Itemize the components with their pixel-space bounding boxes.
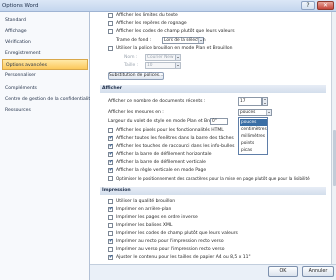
chevron-down-icon	[266, 110, 271, 115]
recent-docs-input[interactable]: 17	[238, 97, 262, 106]
sidebar-item-enregistrement[interactable]: Enregistrement	[2, 48, 88, 59]
units-select[interactable]: pouces	[238, 109, 272, 116]
draft-font-name-select[interactable]: Courier New	[145, 54, 181, 61]
print-background-checkbox[interactable]	[108, 206, 113, 212]
show-crop-marks-label: Afficher les repères de rognage	[116, 21, 187, 26]
print-field-codes-label: Imprimer les codes de champ plutôt que l…	[116, 231, 238, 236]
field-shading-label: Trame de fond :	[116, 38, 152, 43]
units-dropdown-list[interactable]: pouces centimètres millimètres points pi…	[238, 117, 268, 155]
draft-quality-label: Utiliser la qualité brouillon	[116, 199, 176, 204]
optimize-char-positioning-label: Optimiser le positionnement des caractèr…	[116, 176, 310, 181]
sidebar-item-affichage[interactable]: Affichage	[2, 26, 88, 37]
show-crop-marks-checkbox[interactable]	[108, 21, 113, 26]
print-xml-tags-label: Imprimer les balises XML	[116, 223, 173, 228]
display-section-header: Afficher	[100, 85, 326, 93]
show-pixels-html-checkbox[interactable]	[108, 128, 113, 133]
close-button[interactable]	[317, 1, 334, 10]
recent-docs-spinner[interactable]	[262, 97, 268, 106]
print-front-duplex-checkbox[interactable]	[108, 238, 113, 244]
show-vertical-scrollbar-checkbox[interactable]	[108, 159, 113, 165]
chevron-down-icon	[175, 63, 180, 68]
optimize-char-positioning-checkbox[interactable]	[108, 176, 113, 181]
sidebar-item-standard[interactable]: Standard	[2, 15, 88, 26]
reverse-order-label: Imprimer les pages en ordre inverse	[116, 215, 198, 220]
reverse-order-checkbox[interactable]	[108, 215, 113, 220]
units-select-value: pouces	[240, 110, 256, 115]
units-label: Afficher les mesures en :	[108, 110, 164, 115]
print-back-duplex-checkbox[interactable]	[108, 247, 113, 252]
show-field-codes-checkbox[interactable]	[108, 29, 113, 34]
print-section-header: Impression	[100, 187, 326, 195]
dialog-footer	[90, 264, 336, 280]
sidebar-item-complements[interactable]: Compléments	[2, 83, 88, 94]
units-option-centimetres[interactable]: centimètres	[240, 126, 267, 133]
show-windows-taskbar-checkbox[interactable]	[108, 135, 113, 141]
draft-font-label: Utiliser la police brouillon en mode Pla…	[116, 46, 233, 51]
print-field-codes-checkbox[interactable]	[108, 231, 113, 236]
window-title: Options Word	[2, 3, 39, 9]
draft-font-name-label: Nom :	[124, 55, 138, 60]
draft-font-size-label: Taille :	[124, 63, 139, 68]
print-front-duplex-label: Imprimer au recto pour l'impression rect…	[116, 239, 224, 244]
show-shortcut-keys-label: Afficher les touches de raccourci dans l…	[116, 144, 235, 149]
title-bar: Options Word	[0, 0, 336, 12]
sidebar-item-personnaliser[interactable]: Personnaliser	[2, 70, 88, 81]
sidebar-item-options-avancees[interactable]: Options avancées	[2, 59, 88, 70]
draft-font-size-value: 10	[147, 63, 153, 68]
show-vertical-ruler-checkbox[interactable]	[108, 167, 113, 173]
draft-font-checkbox[interactable]	[108, 46, 113, 51]
scale-paper-size-checkbox[interactable]	[108, 254, 113, 260]
show-text-boundaries-label: Afficher les limites du texte	[116, 13, 178, 18]
units-option-picas[interactable]: picas	[240, 147, 267, 154]
units-option-points[interactable]: points	[240, 140, 267, 147]
style-pane-width-label: Largeur du volet de style en mode Plan e…	[108, 119, 227, 124]
print-xml-tags-checkbox[interactable]	[108, 223, 113, 228]
show-shortcut-keys-checkbox[interactable]	[108, 143, 113, 149]
show-vertical-scrollbar-label: Afficher la barre de défilement vertical…	[116, 160, 206, 165]
print-background-label: Imprimer en arrière-plan	[116, 207, 172, 212]
show-windows-taskbar-label: Afficher toutes les fenêtres dans la bar…	[116, 136, 234, 141]
draft-font-name-value: Courier New	[147, 55, 174, 60]
field-shading-select[interactable]: Lors de la sélection	[162, 37, 206, 44]
recent-docs-label: Afficher ce nombre de documents récents …	[108, 99, 206, 104]
draft-quality-checkbox[interactable]	[108, 199, 113, 204]
show-field-codes-label: Afficher les codes de champ plutôt que l…	[116, 29, 235, 34]
chevron-down-icon	[175, 55, 180, 60]
font-substitution-button[interactable]: Substitution de polices...	[108, 72, 164, 80]
units-option-millimetres[interactable]: millimètres	[240, 133, 267, 140]
show-pixels-html-label: Afficher les pixels pour les fonctionnal…	[116, 128, 224, 133]
style-pane-width-input[interactable]: 0"	[210, 118, 228, 125]
show-horizontal-scrollbar-checkbox[interactable]	[108, 151, 113, 157]
print-back-duplex-label: Imprimer au verso pour l'impression rect…	[116, 247, 225, 252]
vertical-scrollbar[interactable]	[331, 12, 336, 264]
scale-paper-size-label: Ajuster le contenu pour les tailles de p…	[116, 255, 251, 260]
cancel-button[interactable]: Annuler	[302, 266, 334, 277]
sidebar-item-verification[interactable]: Vérification	[2, 37, 88, 48]
sidebar-item-ressources[interactable]: Ressources	[2, 105, 88, 116]
draft-font-size-select[interactable]: 10	[145, 62, 181, 69]
sidebar-item-centre-confidentialite[interactable]: Centre de gestion de la confidentialité	[2, 94, 93, 105]
chevron-down-icon	[198, 38, 203, 43]
units-option-pouces[interactable]: pouces	[240, 119, 267, 126]
show-horizontal-scrollbar-label: Afficher la barre de défilement horizont…	[116, 152, 212, 157]
show-text-boundaries-checkbox[interactable]	[108, 13, 113, 18]
show-vertical-ruler-label: Afficher la règle verticale en mode Page	[116, 168, 207, 173]
help-button[interactable]	[301, 1, 315, 10]
ok-button[interactable]: OK	[268, 266, 298, 277]
sidebar: Standard Affichage Vérification Enregist…	[0, 12, 93, 280]
